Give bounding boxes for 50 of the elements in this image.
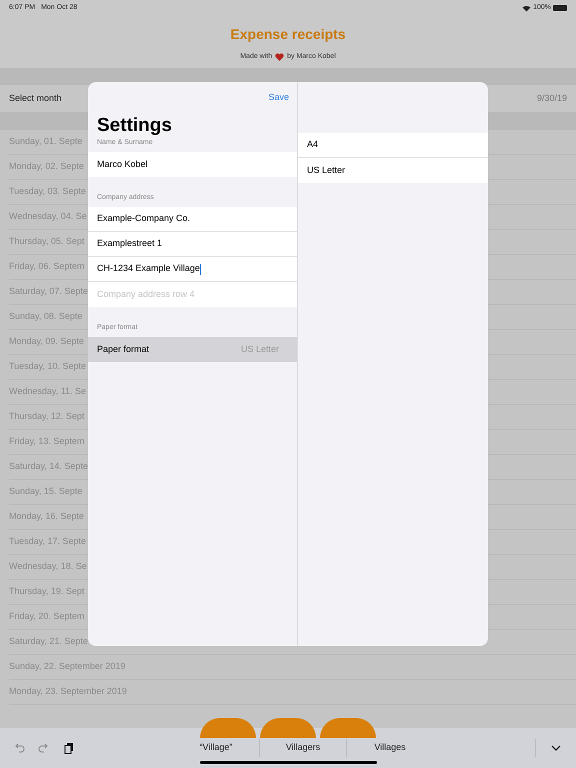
suggestion-button[interactable]: “Village”: [173, 741, 259, 755]
day-row[interactable]: Friday, 06. Septem: [9, 260, 84, 274]
paper-option[interactable]: US Letter: [298, 158, 488, 183]
day-row[interactable]: Sunday, 22. September 2019: [9, 660, 126, 674]
day-row[interactable]: Thursday, 05. Sept: [9, 235, 84, 249]
text-input[interactable]: Company address row 4: [88, 282, 297, 307]
day-row[interactable]: Monday, 09. Septe: [9, 335, 84, 349]
suggestion-button[interactable]: Villagers: [260, 741, 346, 755]
wifi-icon: [522, 4, 532, 12]
battery-icon: [553, 5, 567, 11]
day-row[interactable]: Friday, 13. Septem: [9, 435, 84, 449]
heart-icon: [275, 53, 284, 62]
day-row[interactable]: Tuesday, 03. Septe: [9, 185, 86, 199]
paper-format-row[interactable]: Paper format US Letter: [88, 337, 297, 362]
row-label: Paper format: [97, 342, 150, 356]
day-row[interactable]: Wednesday, 18. Se: [9, 560, 87, 574]
day-row[interactable]: Wednesday, 11. Se: [9, 385, 86, 399]
suggestion-button[interactable]: Villages: [347, 741, 433, 755]
day-row[interactable]: Tuesday, 10. Septe: [9, 360, 86, 374]
paste-icon[interactable]: [63, 742, 75, 754]
action-button[interactable]: [260, 718, 316, 738]
select-month-label: Select month: [9, 92, 62, 105]
text-input[interactable]: Examplestreet 1: [88, 232, 297, 257]
day-row[interactable]: Wednesday, 04. Se: [9, 210, 87, 224]
day-row[interactable]: Saturday, 14. Septe: [9, 460, 88, 474]
day-row[interactable]: Sunday, 15. Septe: [9, 485, 82, 499]
month-value: 9/30/19: [536, 92, 567, 105]
day-row[interactable]: Monday, 16. Septe: [9, 510, 84, 524]
settings-title: Settings: [96, 114, 173, 138]
text-input[interactable]: Example-Company Co.: [88, 207, 297, 232]
redo-icon[interactable]: [38, 742, 50, 754]
text-input[interactable]: CH-1234 Example Village: [88, 257, 297, 282]
row-value: US Letter: [240, 342, 279, 356]
app-title: Expense receipts: [230, 25, 346, 44]
day-row[interactable]: Tuesday, 17. Septe: [9, 535, 86, 549]
paper-option[interactable]: A4: [298, 133, 488, 158]
day-row[interactable]: Monday, 23. September 2019: [9, 685, 127, 699]
undo-icon[interactable]: [13, 742, 25, 754]
day-row[interactable]: Friday, 20. Septem: [9, 610, 84, 624]
day-row[interactable]: Sunday, 08. Septe: [9, 310, 82, 324]
day-row[interactable]: Monday, 02. Septe: [9, 160, 84, 174]
day-row[interactable]: Sunday, 01. Septe: [9, 135, 82, 149]
day-row[interactable]: Thursday, 12. Sept: [9, 410, 84, 424]
day-row[interactable]: Saturday, 07. Septe: [9, 285, 88, 299]
day-row[interactable]: Thursday, 19. Sept: [9, 585, 84, 599]
day-row[interactable]: Saturday, 21. Septe: [9, 635, 88, 649]
action-button[interactable]: [320, 718, 376, 738]
action-button[interactable]: [200, 718, 256, 738]
save-button[interactable]: Save: [268, 91, 289, 105]
text-input[interactable]: Marco Kobel: [88, 152, 297, 177]
